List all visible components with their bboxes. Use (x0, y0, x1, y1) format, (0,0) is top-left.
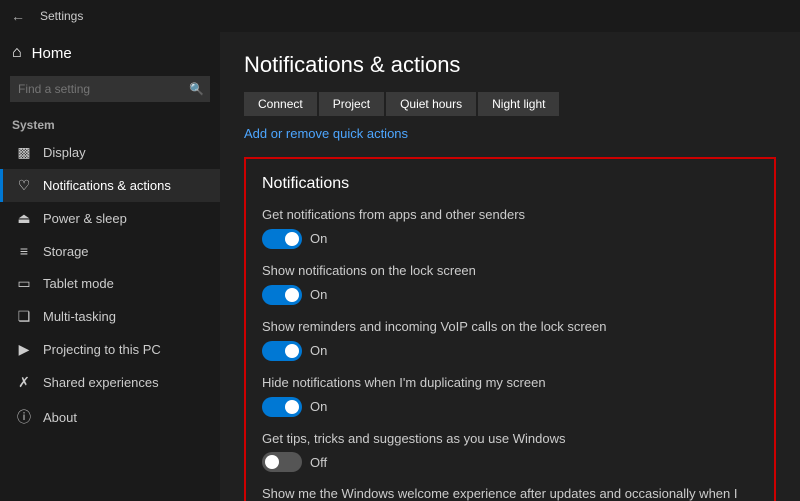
toggle-thumb-1 (285, 288, 299, 302)
toggle-2[interactable] (262, 341, 302, 361)
toggle-thumb-2 (285, 344, 299, 358)
tab-night-light[interactable]: Night light (478, 92, 559, 116)
toggle-row-4: Off (262, 452, 758, 472)
setting-label-1: Show notifications on the lock screen (262, 263, 758, 280)
setting-row-4: Get tips, tricks and suggestions as you … (262, 431, 758, 473)
search-input[interactable] (10, 76, 210, 102)
shared-icon: ✗ (15, 374, 33, 391)
setting-row-1: Show notifications on the lock screen On (262, 263, 758, 305)
sidebar-item-tablet-label: Tablet mode (43, 276, 114, 291)
content-area: Notifications & actions Connect Project … (220, 32, 800, 501)
sidebar-item-shared[interactable]: ✗ Shared experiences (0, 366, 220, 399)
sidebar-item-display[interactable]: ▩ Display (0, 136, 220, 169)
sidebar: ⌂ Home 🔍 System ▩ Display ♡ Notification… (0, 32, 220, 501)
tab-connect[interactable]: Connect (244, 92, 317, 116)
setting-row-2: Show reminders and incoming VoIP calls o… (262, 319, 758, 361)
toggle-label-4: Off (310, 455, 327, 470)
sidebar-item-projecting[interactable]: ▶ Projecting to this PC (0, 333, 220, 366)
sidebar-item-shared-label: Shared experiences (43, 375, 159, 390)
sidebar-home-button[interactable]: ⌂ Home (0, 36, 220, 70)
toggle-label-2: On (310, 343, 327, 358)
sidebar-item-power-label: Power & sleep (43, 211, 127, 226)
app-body: ⌂ Home 🔍 System ▩ Display ♡ Notification… (0, 32, 800, 501)
home-label: Home (32, 45, 72, 62)
sidebar-item-power[interactable]: ⏏ Power & sleep (0, 202, 220, 235)
notifications-panel: Notifications Get notifications from app… (244, 157, 776, 501)
sidebar-item-tablet[interactable]: ▭ Tablet mode (0, 267, 220, 300)
toggle-row-1: On (262, 285, 758, 305)
projecting-icon: ▶ (15, 341, 33, 358)
back-button[interactable]: ← (8, 8, 28, 24)
toggle-track-3 (262, 397, 302, 417)
sidebar-item-storage[interactable]: ≡ Storage (0, 235, 220, 267)
sidebar-item-projecting-label: Projecting to this PC (43, 342, 161, 357)
search-icon: 🔍 (189, 82, 204, 96)
page-title: Notifications & actions (244, 52, 776, 78)
setting-row-5: Show me the Windows welcome experience a… (262, 486, 758, 501)
sidebar-item-notifications[interactable]: ♡ Notifications & actions (0, 169, 220, 202)
setting-label-2: Show reminders and incoming VoIP calls o… (262, 319, 758, 336)
toggle-row-0: On (262, 229, 758, 249)
notifications-icon: ♡ (15, 177, 33, 194)
sidebar-item-storage-label: Storage (43, 244, 89, 259)
toggle-thumb-3 (285, 400, 299, 414)
sidebar-item-multitasking[interactable]: ❏ Multi-tasking (0, 300, 220, 333)
home-icon: ⌂ (12, 44, 22, 62)
multitasking-icon: ❏ (15, 308, 33, 325)
sidebar-section-label: System (0, 112, 220, 136)
toggle-label-1: On (310, 287, 327, 302)
storage-icon: ≡ (15, 243, 33, 259)
add-remove-quick-actions-link[interactable]: Add or remove quick actions (244, 126, 408, 141)
setting-row-0: Get notifications from apps and other se… (262, 207, 758, 249)
notifications-section-title: Notifications (262, 175, 758, 193)
tab-quiet-hours[interactable]: Quiet hours (386, 92, 476, 116)
toggle-4[interactable] (262, 452, 302, 472)
sidebar-item-display-label: Display (43, 145, 86, 160)
setting-label-4: Get tips, tricks and suggestions as you … (262, 431, 758, 448)
toggle-row-2: On (262, 341, 758, 361)
title-bar-label: Settings (40, 9, 83, 23)
toggle-track-2 (262, 341, 302, 361)
toggle-thumb-4 (265, 455, 279, 469)
toggle-track-0 (262, 229, 302, 249)
toggle-track-4 (262, 452, 302, 472)
title-bar: ← Settings (0, 0, 800, 32)
toggle-0[interactable] (262, 229, 302, 249)
search-box[interactable]: 🔍 (10, 76, 210, 102)
toggle-label-0: On (310, 231, 327, 246)
sidebar-item-about-label: About (43, 410, 77, 425)
display-icon: ▩ (15, 144, 33, 161)
sidebar-item-multitasking-label: Multi-tasking (43, 309, 116, 324)
setting-row-3: Hide notifications when I'm duplicating … (262, 375, 758, 417)
toggle-1[interactable] (262, 285, 302, 305)
quick-action-tabs: Connect Project Quiet hours Night light (244, 92, 776, 116)
setting-label-5: Show me the Windows welcome experience a… (262, 486, 758, 501)
toggle-row-3: On (262, 397, 758, 417)
about-icon: ⓘ (15, 407, 33, 427)
tablet-icon: ▭ (15, 275, 33, 292)
power-icon: ⏏ (15, 210, 33, 227)
toggle-3[interactable] (262, 397, 302, 417)
toggle-track-1 (262, 285, 302, 305)
tab-project[interactable]: Project (319, 92, 384, 116)
toggle-thumb-0 (285, 232, 299, 246)
setting-label-0: Get notifications from apps and other se… (262, 207, 758, 224)
setting-label-3: Hide notifications when I'm duplicating … (262, 375, 758, 392)
sidebar-item-about[interactable]: ⓘ About (0, 399, 220, 435)
sidebar-item-notifications-label: Notifications & actions (43, 178, 171, 193)
toggle-label-3: On (310, 399, 327, 414)
